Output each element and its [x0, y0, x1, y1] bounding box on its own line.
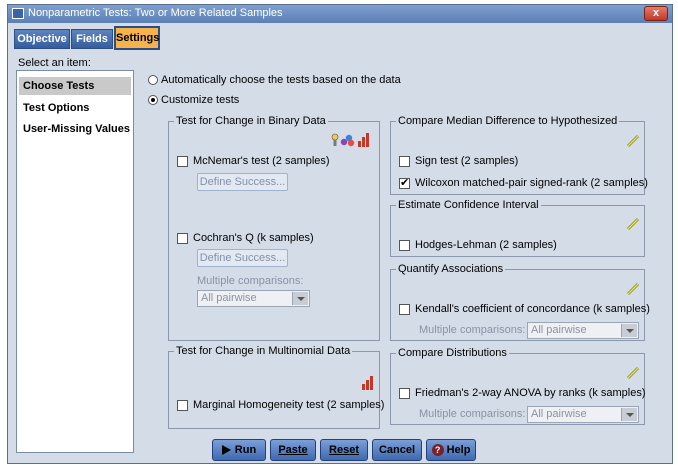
marginal-homogeneity-option[interactable]: Marginal Homogeneity test (2 samples): [177, 399, 384, 411]
sign-test-option[interactable]: Sign test (2 samples): [399, 155, 518, 167]
select-item-label: Select an item:: [18, 57, 91, 69]
customize-tests-option[interactable]: Customize tests: [148, 94, 239, 106]
dist-group-title: Compare Distributions: [396, 347, 509, 359]
help-label: Help: [446, 444, 471, 456]
define-success-button-2[interactable]: Define Success...: [197, 249, 288, 267]
binary-multiple-comparisons-value: All pairwise: [201, 292, 257, 304]
tab-objective[interactable]: Objective: [14, 29, 70, 49]
paste-label: Paste: [278, 444, 308, 456]
distributions-group: Compare Distributions Friedman's 2-way A…: [390, 347, 646, 425]
reset-button[interactable]: Reset: [320, 439, 368, 461]
tab-strip: Objective Fields Settings: [8, 23, 672, 51]
run-label: Run: [234, 444, 257, 456]
magic-wand-icon: [626, 366, 640, 380]
binary-group-title: Test for Change in Binary Data: [174, 115, 328, 127]
app-icon: [12, 8, 24, 19]
cancel-button[interactable]: Cancel: [372, 439, 422, 461]
assoc-multiple-comparisons-select[interactable]: All pairwise: [527, 322, 639, 339]
multinomial-group-title: Test for Change in Multinomial Data: [174, 345, 353, 357]
run-button[interactable]: Run: [212, 439, 266, 461]
assoc-multiple-comparisons-value: All pairwise: [531, 324, 587, 336]
median-difference-group: Compare Median Difference to Hypothesize…: [390, 115, 648, 195]
hodges-lehman-checkbox[interactable]: [399, 239, 410, 251]
help-icon: ?: [431, 444, 444, 457]
confidence-interval-group: Estimate Confidence Interval Hodges-Lehm…: [390, 199, 645, 257]
binary-data-group: Test for Change in Binary Data McNemar's…: [168, 115, 380, 341]
define-success-button-1[interactable]: Define Success...: [197, 173, 288, 191]
item-list: Choose Tests Test Options User-Missing V…: [16, 70, 134, 453]
title-bar: Nonparametric Tests: Two or More Related…: [8, 5, 672, 23]
sign-test-checkbox[interactable]: [399, 155, 410, 167]
paste-button[interactable]: Paste: [270, 439, 316, 461]
reset-label: Reset: [329, 444, 359, 456]
chevron-down-icon[interactable]: [621, 408, 637, 421]
multinomial-data-group: Test for Change in Multinomial Data Marg…: [168, 345, 384, 429]
cochran-checkbox[interactable]: [177, 232, 188, 244]
play-icon: [221, 445, 231, 456]
help-button[interactable]: ? Help: [426, 439, 476, 461]
associations-group: Quantify Associations Kendall's coeffici…: [390, 263, 650, 341]
kendall-checkbox[interactable]: [399, 303, 410, 315]
chevron-down-icon[interactable]: [621, 324, 637, 337]
mcnemar-option[interactable]: McNemar's test (2 samples): [177, 155, 330, 167]
wilcoxon-option[interactable]: Wilcoxon matched-pair signed-rank (2 sam…: [399, 176, 648, 189]
marginal-homogeneity-label: Marginal Homogeneity test (2 samples): [193, 399, 385, 411]
sidebar-item-user-missing-values[interactable]: User-Missing Values: [19, 120, 131, 138]
assoc-group-title: Quantify Associations: [396, 263, 506, 275]
sign-test-label: Sign test (2 samples): [415, 155, 519, 167]
friedman-checkbox[interactable]: [399, 387, 410, 399]
kendall-option[interactable]: Kendall's coefficient of concordance (k …: [399, 303, 650, 315]
hodges-lehman-option[interactable]: Hodges-Lehman (2 samples): [399, 239, 557, 251]
wilcoxon-label: Wilcoxon matched-pair signed-rank (2 sam…: [415, 177, 648, 189]
dist-multiple-comparisons-value: All pairwise: [531, 408, 587, 420]
hodges-lehman-label: Hodges-Lehman (2 samples): [415, 239, 557, 251]
binary-multiple-comparisons-label: Multiple comparisons:: [197, 275, 304, 287]
auto-choose-option[interactable]: Automatically choose the tests based on …: [148, 74, 401, 86]
magic-wand-icon: [626, 134, 640, 148]
kendall-label: Kendall's coefficient of concordance (k …: [415, 303, 650, 315]
close-button[interactable]: x: [644, 6, 668, 21]
tab-fields[interactable]: Fields: [71, 29, 113, 49]
bar-chart-icon: [362, 376, 373, 390]
test-type-icons: [331, 133, 369, 147]
sidebar-item-choose-tests[interactable]: Choose Tests: [19, 77, 131, 95]
binary-multiple-comparisons-select[interactable]: All pairwise: [197, 290, 310, 307]
median-group-title: Compare Median Difference to Hypothesize…: [396, 115, 620, 127]
marginal-homogeneity-checkbox[interactable]: [177, 399, 188, 411]
cochran-option[interactable]: Cochran's Q (k samples): [177, 232, 314, 244]
dialog-window: Nonparametric Tests: Two or More Related…: [7, 4, 673, 464]
chevron-down-icon[interactable]: [292, 292, 308, 305]
dist-multiple-comparisons-label: Multiple comparisons:: [419, 408, 526, 420]
customize-tests-label: Customize tests: [161, 94, 240, 106]
cochran-label: Cochran's Q (k samples): [193, 232, 314, 244]
wilcoxon-checkbox[interactable]: [399, 176, 410, 189]
mcnemar-label: McNemar's test (2 samples): [193, 155, 330, 167]
friedman-option[interactable]: Friedman's 2-way ANOVA by ranks (k sampl…: [399, 387, 646, 399]
ci-group-title: Estimate Confidence Interval: [396, 199, 541, 211]
customize-tests-radio[interactable]: [148, 95, 158, 106]
auto-choose-radio[interactable]: [148, 75, 158, 86]
assoc-multiple-comparisons-label: Multiple comparisons:: [419, 324, 526, 336]
tab-settings[interactable]: Settings: [114, 26, 160, 50]
mcnemar-checkbox[interactable]: [177, 155, 188, 167]
friedman-label: Friedman's 2-way ANOVA by ranks (k sampl…: [415, 387, 646, 399]
dist-multiple-comparisons-select[interactable]: All pairwise: [527, 406, 639, 423]
magic-wand-icon: [626, 217, 640, 231]
window-title: Nonparametric Tests: Two or More Related…: [28, 7, 283, 19]
sidebar-item-test-options[interactable]: Test Options: [19, 99, 131, 117]
auto-choose-label: Automatically choose the tests based on …: [161, 74, 401, 86]
magic-wand-icon: [626, 282, 640, 296]
